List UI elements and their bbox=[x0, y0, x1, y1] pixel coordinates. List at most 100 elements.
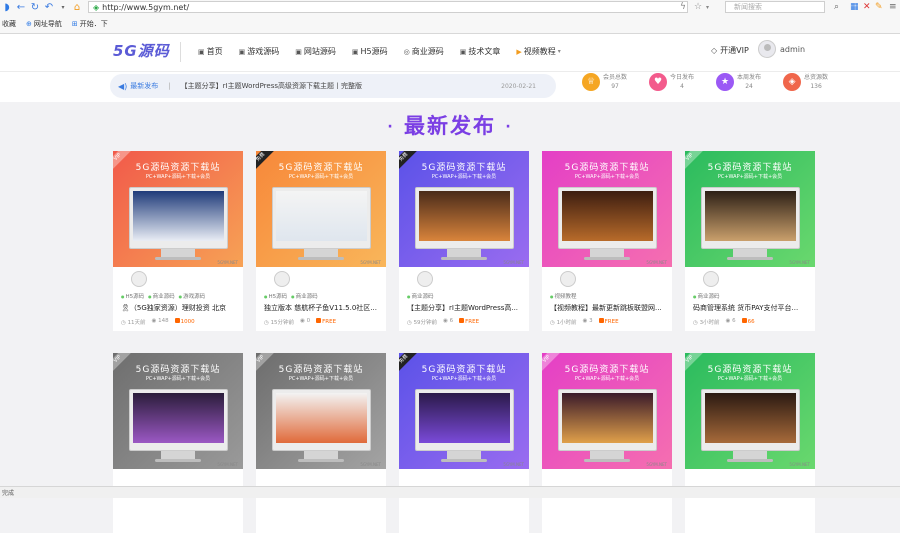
views-text: 148 bbox=[158, 318, 169, 324]
search-icon[interactable]: ⌕ bbox=[834, 1, 839, 13]
time-text: 3小时前 bbox=[699, 320, 720, 326]
grid-icon[interactable]: ▦ bbox=[850, 1, 859, 13]
clock-icon: ◷ bbox=[121, 320, 126, 326]
bookmark-favorites[interactable]: 收藏 bbox=[2, 19, 16, 29]
menu-item-video[interactable]: ▶ 视频教程 ▾ bbox=[516, 46, 560, 57]
time-text: 1小时前 bbox=[556, 320, 577, 326]
card-tag[interactable]: 商业源码 bbox=[407, 292, 434, 300]
card-tags: H5源码商业源码游戏源码 bbox=[121, 292, 206, 300]
watermark: 5GYM.NET bbox=[646, 260, 667, 265]
banner-title: 5G源码资源下载站 bbox=[564, 365, 650, 375]
card-meta: ◷ 59分钟前 ◉ 6 FREE bbox=[407, 318, 479, 326]
card-banner[interactable]: 5G源码资源下载站 PC+WAP+源码+下载+会员 5GYM.NET bbox=[542, 151, 672, 267]
menu-item-article[interactable]: ▣ 技术文章 bbox=[460, 46, 501, 57]
announcement-text[interactable]: 【主题分享】rI主题WordPress高级资源下载主题丨完整版 bbox=[181, 81, 501, 91]
card-banner[interactable]: 免费 5G源码资源下载站 PC+WAP+源码+下载+会员 5GYM.NET bbox=[399, 353, 529, 469]
article-icon: ▣ bbox=[459, 47, 467, 56]
back-icon[interactable]: ← bbox=[14, 1, 28, 15]
stat-total: ◈ 总资源数 136 bbox=[783, 73, 828, 91]
views-text: 6 bbox=[449, 318, 454, 324]
resource-card[interactable]: VIP 5G源码资源下载站 PC+WAP+源码+下载+会员 5GYM.NET bbox=[542, 353, 672, 533]
monitor-image bbox=[415, 389, 514, 451]
section-title-text: 最新发布 bbox=[404, 114, 496, 138]
avatar[interactable] bbox=[758, 40, 776, 58]
card-banner[interactable]: 免费 5G源码资源下载站 PC+WAP+源码+下载+会员 5GYM.NET bbox=[399, 151, 529, 267]
card-title[interactable]: 码商管理系统 货币PAY支付平台... bbox=[693, 303, 811, 313]
card-title[interactable]: 【主题分享】rI主题WordPress高... bbox=[407, 303, 525, 313]
card-price: 66 bbox=[742, 318, 755, 326]
card-tag[interactable]: 游戏源码 bbox=[179, 292, 205, 300]
author-avatar[interactable] bbox=[560, 271, 576, 287]
card-banner[interactable]: 免费 5G源码资源下载站 PC+WAP+源码+下载+会员 5GYM.NET bbox=[256, 151, 386, 267]
announcement[interactable]: ◀) 最新发布 | 【主题分享】rI主题WordPress高级资源下载主题丨完整… bbox=[110, 74, 556, 98]
author-avatar[interactable] bbox=[131, 271, 147, 287]
menu-item-biz[interactable]: ◎ 商业源码 bbox=[404, 46, 444, 57]
author-avatar[interactable] bbox=[274, 271, 290, 287]
site-icon: ▣ bbox=[295, 47, 302, 56]
announcement-label: 最新发布 bbox=[130, 82, 159, 90]
video-icon: ▶ bbox=[516, 47, 522, 56]
card-title[interactable]: 独立版本 慈航杯子鱼V11.5.0社区... bbox=[264, 303, 382, 313]
card-tag[interactable]: 商业源码 bbox=[291, 292, 318, 300]
card-views: ◉ 6 bbox=[443, 318, 453, 326]
refresh-icon[interactable]: ↻ bbox=[28, 1, 42, 15]
undo-icon[interactable]: ↶ bbox=[42, 1, 56, 15]
address-bar[interactable]: ◈ http://www.5gym.net/ bbox=[88, 1, 688, 13]
card-banner[interactable]: VIP 5G源码资源下载站 PC+WAP+源码+下载+会员 5GYM.NET bbox=[113, 353, 243, 469]
menu-icon[interactable]: ≡ bbox=[889, 1, 897, 13]
card-time: ◷ 11天前 bbox=[121, 318, 146, 326]
resource-card[interactable]: VIP 5G源码资源下载站 PC+WAP+源码+下载+会员 5GYM.NET H… bbox=[113, 151, 243, 331]
monitor-image bbox=[272, 389, 371, 451]
card-tag[interactable]: 商业源码 bbox=[693, 292, 720, 300]
star-icon: ★ bbox=[716, 73, 735, 91]
resource-card[interactable]: 5G源码资源下载站 PC+WAP+源码+下载+会员 5GYM.NET 视频教程 … bbox=[542, 151, 672, 331]
home-icon[interactable]: ⌂ bbox=[70, 1, 84, 15]
author-avatar[interactable] bbox=[417, 271, 433, 287]
bookmark-start[interactable]: ⊞ 开始．下 bbox=[72, 19, 108, 29]
resource-card[interactable]: VIP 5G源码资源下载站 PC+WAP+源码+下载+会员 5GYM.NET 商… bbox=[685, 151, 815, 331]
card-banner[interactable]: VIP 5G源码资源下载站 PC+WAP+源码+下载+会员 5GYM.NET bbox=[256, 353, 386, 469]
browser-chrome: ◗ ← ↻ ↶ ▾ ⌂ ◈ http://www.5gym.net/ ϟ ☆ ▾… bbox=[0, 0, 900, 34]
card-banner[interactable]: VIP 5G源码资源下载站 PC+WAP+源码+下载+会员 5GYM.NET bbox=[113, 151, 243, 267]
dropdown-icon[interactable]: ▾ bbox=[56, 1, 70, 15]
stat-today: ♥ 今日发布 4 bbox=[649, 73, 694, 91]
resource-card[interactable]: 免费 5G源码资源下载站 PC+WAP+源码+下载+会员 5GYM.NET 商业… bbox=[399, 151, 529, 331]
tools-icon[interactable]: ✎ bbox=[875, 1, 883, 13]
star-icon[interactable]: ☆ bbox=[694, 1, 702, 13]
browser-search-input[interactable]: 新闻搜索 bbox=[725, 1, 825, 13]
card-title[interactable]: 【视频教程】最新更新跳板联盟网... bbox=[550, 303, 668, 313]
card-title[interactable]: 🎗（5G独家资源）理财投资 北京 bbox=[121, 303, 239, 313]
address-dropdown-icon[interactable]: ▾ bbox=[706, 1, 709, 13]
resource-card[interactable]: 免费 5G源码资源下载站 PC+WAP+源码+下载+会员 5GYM.NET H5… bbox=[256, 151, 386, 331]
menu-item-h5[interactable]: ▣ H5源码 bbox=[352, 46, 388, 57]
user-menu[interactable]: admin bbox=[758, 40, 805, 58]
close-tab-icon[interactable]: ✕ bbox=[863, 1, 871, 13]
resource-card[interactable]: VIP 5G源码资源下载站 PC+WAP+源码+下载+会员 5GYM.NET bbox=[113, 353, 243, 533]
eye-icon: ◉ bbox=[582, 318, 588, 324]
resource-card[interactable]: VIP 5G源码资源下载站 PC+WAP+源码+下载+会员 5GYM.NET bbox=[256, 353, 386, 533]
card-banner[interactable]: VIP 5G源码资源下载站 PC+WAP+源码+下载+会员 5GYM.NET bbox=[542, 353, 672, 469]
banner-subtitle: PC+WAP+源码+下载+会员 bbox=[574, 376, 640, 382]
lightning-icon[interactable]: ϟ bbox=[680, 1, 686, 13]
card-banner[interactable]: VIP 5G源码资源下载站 PC+WAP+源码+下载+会员 5GYM.NET bbox=[685, 151, 815, 267]
eye-icon: ◉ bbox=[443, 318, 448, 324]
resource-card[interactable]: 免费 5G源码资源下载站 PC+WAP+源码+下载+会员 5GYM.NET bbox=[399, 353, 529, 533]
card-tag[interactable]: 视频教程 bbox=[550, 292, 577, 300]
monitor-image bbox=[701, 389, 800, 451]
watermark: 5GYM.NET bbox=[789, 260, 810, 265]
card-price: FREE bbox=[459, 318, 479, 326]
menu-item-home[interactable]: ▣ 首页 bbox=[198, 46, 223, 57]
card-tag[interactable]: 商业源码 bbox=[148, 292, 175, 300]
bookmark-nav[interactable]: ⊕ 网址导航 bbox=[26, 19, 62, 29]
banner-title: 5G源码资源下载站 bbox=[278, 365, 364, 375]
card-tag[interactable]: H5源码 bbox=[264, 292, 288, 300]
open-vip-button[interactable]: ◇ 开通VIP bbox=[711, 45, 749, 56]
card-banner[interactable]: VIP 5G源码资源下载站 PC+WAP+源码+下载+会员 5GYM.NET bbox=[685, 353, 815, 469]
author-avatar[interactable] bbox=[703, 271, 719, 287]
menu-item-site[interactable]: ▣ 网站源码 bbox=[295, 46, 336, 57]
resource-card[interactable]: VIP 5G源码资源下载站 PC+WAP+源码+下载+会员 5GYM.NET bbox=[685, 353, 815, 533]
site-logo[interactable]: 5G源码 bbox=[113, 40, 170, 61]
stat-label: 今日发布 bbox=[670, 74, 695, 81]
card-tag[interactable]: H5源码 bbox=[121, 292, 145, 300]
menu-item-game[interactable]: ▣ 游戏源码 bbox=[239, 46, 280, 57]
